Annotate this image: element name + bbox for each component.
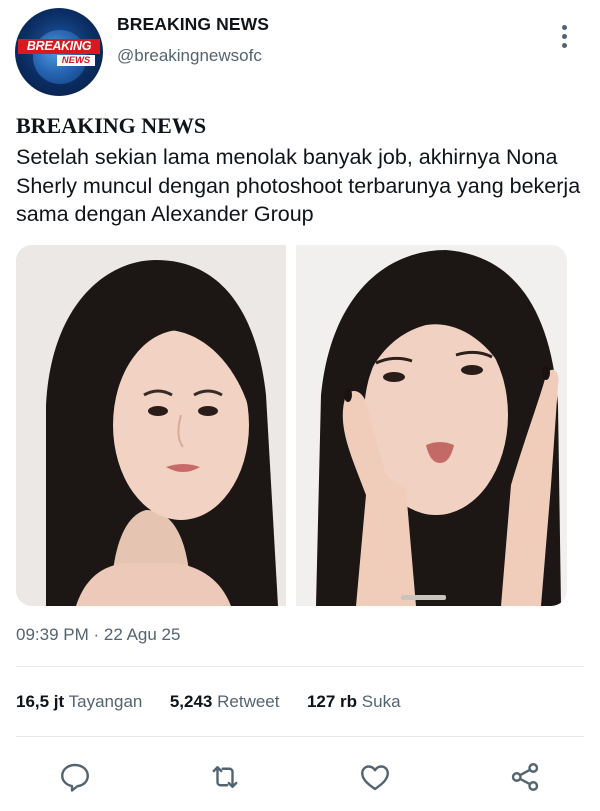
share-icon[interactable] xyxy=(507,759,543,795)
tweet-actions xyxy=(0,755,600,799)
portrait-photo-2 xyxy=(296,245,567,606)
reply-icon[interactable] xyxy=(57,759,93,795)
more-options-icon[interactable] xyxy=(556,22,572,50)
tweet-stats: 16,5 jt Tayangan 5,243 Retweet 127 rb Su… xyxy=(16,692,401,712)
avatar-logo-top: BREAKING xyxy=(18,39,100,54)
likes-label[interactable]: Suka xyxy=(362,692,401,711)
views-count[interactable]: 16,5 jt xyxy=(16,692,64,711)
like-icon[interactable] xyxy=(357,759,393,795)
retweets-count[interactable]: 5,243 xyxy=(170,692,213,711)
tweet-header: BREAKING NEWS BREAKING NEWS @breakingnew… xyxy=(0,0,600,100)
divider-bottom xyxy=(16,736,584,737)
retweets-label[interactable]: Retweet xyxy=(217,692,279,711)
account-handle[interactable]: @breakingnewsofc xyxy=(117,46,262,66)
views-label[interactable]: Tayangan xyxy=(69,692,143,711)
tweet-timestamp[interactable]: 09:39 PM · 22 Agu 25 xyxy=(16,625,180,645)
tweet-text: Setelah sekian lama menolak banyak job, … xyxy=(16,145,581,226)
divider-top xyxy=(16,666,584,667)
account-name[interactable]: BREAKING NEWS xyxy=(117,14,269,35)
tweet-headline: BREAKING NEWS xyxy=(16,113,207,138)
avatar[interactable]: BREAKING NEWS xyxy=(15,8,103,96)
photo-left[interactable] xyxy=(16,245,286,606)
likes-count[interactable]: 127 rb xyxy=(307,692,357,711)
photo-grid xyxy=(16,245,567,606)
avatar-logo-bottom: NEWS xyxy=(57,55,95,66)
photo-right[interactable] xyxy=(296,245,567,606)
retweet-icon[interactable] xyxy=(207,759,243,795)
portrait-photo-1 xyxy=(16,245,286,606)
